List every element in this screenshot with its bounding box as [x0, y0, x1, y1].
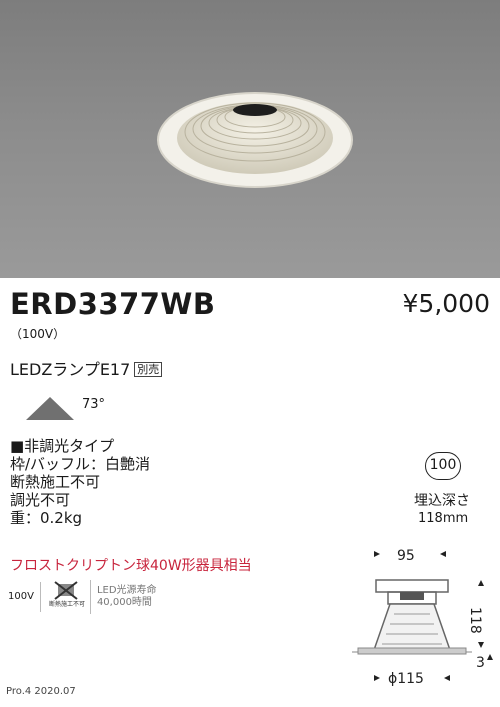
- lamp-label: LEDZランプE17: [10, 360, 131, 379]
- voltage-icon: 100V: [8, 582, 41, 612]
- depth-value: 118mm: [418, 511, 469, 526]
- version-label: Pro.4 2020.07: [6, 686, 76, 697]
- led-life-title: LED光源寿命: [96, 585, 157, 596]
- dim-arrow-left2: [374, 675, 380, 681]
- spec-item: 調光不可: [10, 491, 71, 509]
- dim-arrow-right2: [444, 675, 450, 681]
- led-life-value: 40,000時間: [96, 597, 152, 608]
- ceiling-line: [357, 647, 467, 655]
- spec-item: ■非調光タイプ: [10, 437, 115, 455]
- dim-arrow-left: [374, 551, 380, 557]
- cutout-dimension: ϕ115: [388, 671, 424, 687]
- dimension-diagram: 95 118 3 ϕ115: [352, 548, 493, 687]
- equivalent-note: フロストクリプトン球40W形器具相当: [10, 558, 252, 574]
- width-dimension: 95: [397, 548, 415, 564]
- lamp-type: LEDZランプE17 別売: [10, 356, 163, 380]
- downlight-image: [157, 92, 353, 188]
- no-insulation-icon: 断熱施工不可: [41, 580, 91, 614]
- dim-arrow-up: [478, 580, 484, 586]
- beam-angle-icon: [26, 397, 74, 420]
- offset-dimension: 3: [476, 655, 485, 671]
- dim-arrow-down: [478, 642, 484, 648]
- spec-item: 枠/バッフル：白艶消: [10, 455, 151, 473]
- depth-badge: 100: [425, 452, 461, 480]
- spec-item: 重：0.2kg: [10, 509, 83, 527]
- fixture-top: [375, 579, 449, 593]
- reflector: [372, 603, 452, 651]
- dim-arrow-right: [440, 551, 446, 557]
- model-number: ERD3377WB: [10, 287, 216, 321]
- voltage-note: （100V）: [10, 327, 66, 341]
- sold-separately-badge: 別売: [134, 362, 163, 377]
- led-life: LED光源寿命 40,000時間: [91, 585, 157, 609]
- icon-row: 100V 断熱施工不可 LED光源寿命 40,000時間: [8, 580, 157, 614]
- lamp-socket: [400, 592, 424, 600]
- depth-label: 埋込深さ: [414, 493, 470, 509]
- product-photo: [0, 0, 500, 278]
- spec-list: ■非調光タイプ 枠/バッフル：白艶消 断熱施工不可 調光不可 重：0.2kg: [10, 437, 150, 527]
- price: ¥5,000: [402, 289, 490, 318]
- no-insulation-caption: 断熱施工不可: [48, 601, 85, 608]
- beam-angle: 73°: [82, 397, 106, 412]
- spec-item: 断熱施工不可: [10, 473, 101, 491]
- height-dimension: 118: [467, 607, 483, 634]
